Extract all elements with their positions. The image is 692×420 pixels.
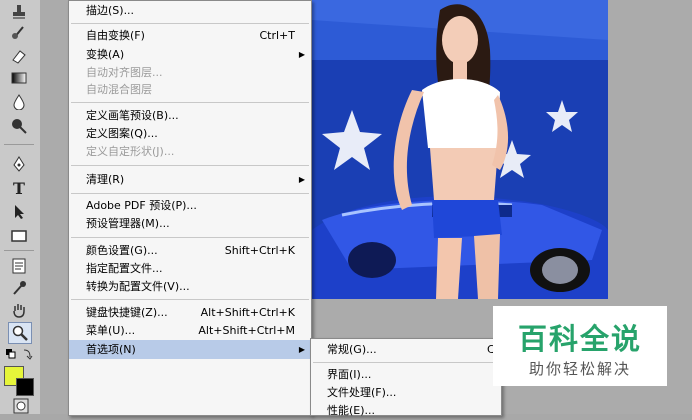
eraser-icon[interactable] xyxy=(8,46,30,66)
menu-item-preset-manager[interactable]: 预设管理器(M)... xyxy=(69,214,311,233)
menu-item-define-brush-preset[interactable]: 定义画笔预设(B)... xyxy=(69,106,311,125)
edit-menu: 描边(S)... 自由变换(F) Ctrl+T 变换(A) ▶ 自动对齐图层... … xyxy=(68,0,312,416)
default-colors-icon[interactable] xyxy=(2,344,36,364)
menu-item-auto-blend-layers: 自动混合图层 xyxy=(69,80,311,99)
menu-item-label: 定义自定形状(J)... xyxy=(86,145,175,158)
menu-item-color-settings[interactable]: 颜色设置(G)... Shift+Ctrl+K xyxy=(69,241,311,260)
gradient-icon[interactable] xyxy=(8,68,30,88)
menu-item-label: 描边(S)... xyxy=(86,4,135,17)
menu-item-keyboard-shortcuts[interactable]: 键盘快捷键(Z)... Alt+Shift+Ctrl+K xyxy=(69,303,311,322)
menu-separator xyxy=(71,23,309,24)
submenu-item-label: 性能(E)... xyxy=(327,404,376,417)
menu-item-assign-profile[interactable]: 指定配置文件... xyxy=(69,259,311,278)
submenu-item-interface[interactable]: 界面(I)... xyxy=(311,366,501,384)
submenu-item-label: 文件处理(F)... xyxy=(327,386,397,399)
menu-item-shortcut: Alt+Shift+Ctrl+M xyxy=(198,324,295,337)
menu-item-shortcut: Alt+Shift+Ctrl+K xyxy=(200,306,295,319)
menu-separator xyxy=(71,102,309,103)
type-icon[interactable]: T xyxy=(8,178,30,198)
submenu-item-label: 常规(G)... xyxy=(327,343,377,356)
path-select-icon[interactable] xyxy=(8,202,30,222)
menu-separator xyxy=(313,362,499,363)
menu-item-define-pattern[interactable]: 定义图案(Q)... xyxy=(69,124,311,143)
menu-item-free-transform[interactable]: 自由变换(F) Ctrl+T xyxy=(69,26,311,45)
menu-item-purge[interactable]: 清理(R) ▶ xyxy=(69,170,311,189)
menu-item-convert-to-profile[interactable]: 转换为配置文件(V)... xyxy=(69,277,311,296)
menu-item-label: 自动混合图层 xyxy=(86,83,152,96)
menu-item-transform[interactable]: 变换(A) ▶ xyxy=(69,45,311,64)
menu-item-label: 定义画笔预设(B)... xyxy=(86,109,179,122)
watermark-logo: 百科全说 助你轻松解决 xyxy=(493,306,667,386)
submenu-item-file-handling[interactable]: 文件处理(F)... xyxy=(311,384,501,402)
submenu-arrow-icon: ▶ xyxy=(298,50,305,59)
menu-item-label: 自由变换(F) xyxy=(86,29,145,42)
menu-item-label: Adobe PDF 预设(P)... xyxy=(86,199,197,212)
menu-item-label: 指定配置文件... xyxy=(86,262,163,275)
menu-item-shortcut: Ctrl+T xyxy=(259,29,295,42)
background-color-swatch[interactable] xyxy=(16,378,34,396)
menu-item-adobe-pdf-presets[interactable]: Adobe PDF 预设(P)... xyxy=(69,196,311,215)
watermark-subtitle: 助你轻松解决 xyxy=(528,360,631,378)
watermark-title: 百科全说 xyxy=(517,322,642,356)
menu-item-label: 键盘快捷键(Z)... xyxy=(86,306,168,319)
menu-item-label: 菜单(U)... xyxy=(86,324,136,337)
pen-icon[interactable] xyxy=(8,154,30,174)
menu-item-menus[interactable]: 菜单(U)... Alt+Shift+Ctrl+M xyxy=(69,321,311,340)
menu-item-label: 转换为配置文件(V)... xyxy=(86,280,190,293)
canvas-photo[interactable] xyxy=(312,0,608,299)
hand-icon[interactable] xyxy=(8,300,30,320)
menu-item-label: 清理(R) xyxy=(86,173,125,186)
menu-item-label: 首选项(N) xyxy=(86,343,136,356)
tools-divider xyxy=(4,250,34,251)
tools-panel: T xyxy=(0,0,41,414)
menu-item-stroke[interactable]: 描边(S)... xyxy=(69,1,311,20)
tools-divider xyxy=(4,144,34,145)
submenu-arrow-icon: ▶ xyxy=(298,175,305,184)
dodge-icon[interactable] xyxy=(8,116,30,136)
quick-mask-icon[interactable] xyxy=(10,396,32,416)
menu-item-define-custom-shape: 定义自定形状(J)... xyxy=(69,142,311,161)
eyedropper-icon[interactable] xyxy=(8,278,30,298)
menu-separator xyxy=(71,237,309,238)
menu-separator xyxy=(71,299,309,300)
menu-separator xyxy=(71,193,309,194)
menu-item-label: 预设管理器(M)... xyxy=(86,217,170,230)
submenu-item-performance[interactable]: 性能(E)... xyxy=(311,402,501,420)
menu-item-label: 变换(A) xyxy=(86,48,125,61)
zoom-icon[interactable] xyxy=(8,322,32,344)
submenu-item-general[interactable]: 常规(G)... C xyxy=(311,341,501,359)
rectangle-icon[interactable] xyxy=(8,226,30,246)
history-brush-icon[interactable] xyxy=(8,22,30,42)
menu-item-shortcut: Shift+Ctrl+K xyxy=(224,244,295,257)
stamp-icon[interactable] xyxy=(8,2,30,22)
notes-icon[interactable] xyxy=(8,256,30,276)
menu-item-preferences[interactable]: 首选项(N) ▶ xyxy=(69,340,311,359)
menu-item-label: 颜色设置(G)... xyxy=(86,244,158,257)
menu-separator xyxy=(71,165,309,166)
blur-icon[interactable] xyxy=(8,92,30,112)
preferences-submenu: 常规(G)... C 界面(I)... 文件处理(F)... 性能(E)... xyxy=(310,338,502,417)
submenu-arrow-icon: ▶ xyxy=(298,345,305,354)
submenu-item-label: 界面(I)... xyxy=(327,368,372,381)
menu-item-label: 定义图案(Q)... xyxy=(86,127,158,140)
